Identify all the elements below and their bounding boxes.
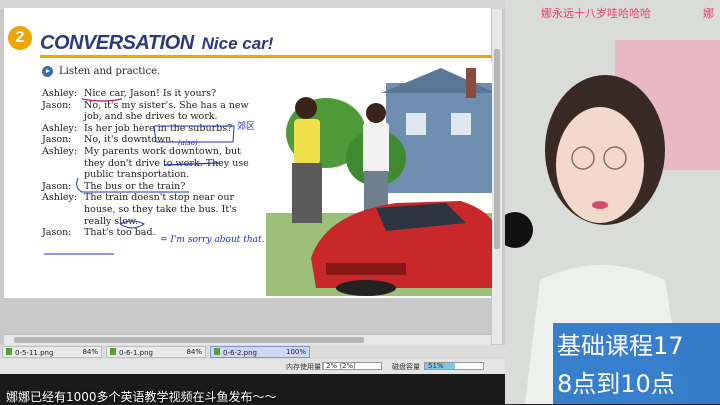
tab-filename: 0-6-2.png	[223, 348, 257, 357]
tab-filename: 0-6-1.png	[119, 348, 153, 357]
status-bar: 内存使用量 2% (2%) 磁盘容量 51%	[0, 359, 505, 374]
file-tab[interactable]: 0-6-1.png 84%	[106, 346, 206, 358]
image-file-icon	[110, 347, 116, 355]
image-viewer: 2 CONVERSATION Nice car! Listen and prac…	[0, 0, 505, 404]
file-tab[interactable]: 0-5-11.png 84%	[2, 346, 102, 358]
memory-label: 内存使用量	[286, 363, 321, 371]
horizontal-scrollbar[interactable]	[4, 334, 491, 345]
promo-line-1: 基础课程17	[557, 332, 684, 360]
tab-filename: 0-5-11.png	[15, 348, 54, 357]
file-tab-active[interactable]: 0-6-2.png 100%	[210, 346, 310, 358]
tab-zoom: 100%	[285, 348, 306, 356]
memory-bar-fill	[323, 363, 325, 369]
car-illustration	[266, 63, 496, 296]
scroll-thumb[interactable]	[14, 337, 364, 343]
file-tabs: 0-5-11.png 84% 0-6-1.png 84% 0-6-2.png 100%	[0, 345, 505, 359]
memory-value: 2% (2%)	[326, 362, 356, 370]
vertical-scrollbar[interactable]	[492, 9, 502, 344]
image-file-icon	[6, 347, 12, 355]
streamer-title-right: 娜	[703, 7, 714, 20]
scroll-thumb[interactable]	[494, 49, 500, 249]
streamer-title: 娜永远十八岁哇哈哈哈	[541, 7, 651, 20]
tab-zoom: 84%	[82, 348, 98, 356]
promo-line-2: 8点到10点	[557, 370, 675, 398]
tab-zoom: 84%	[186, 348, 202, 356]
disk-label: 磁盘容量	[392, 363, 420, 371]
textbook-page: 2 CONVERSATION Nice car! Listen and prac…	[4, 8, 496, 298]
image-file-icon	[214, 347, 220, 355]
disk-value: 51%	[428, 362, 444, 370]
scrolling-caption: 娜娜已经有1000多个英语教学视频在斗鱼发布～～	[6, 390, 277, 404]
